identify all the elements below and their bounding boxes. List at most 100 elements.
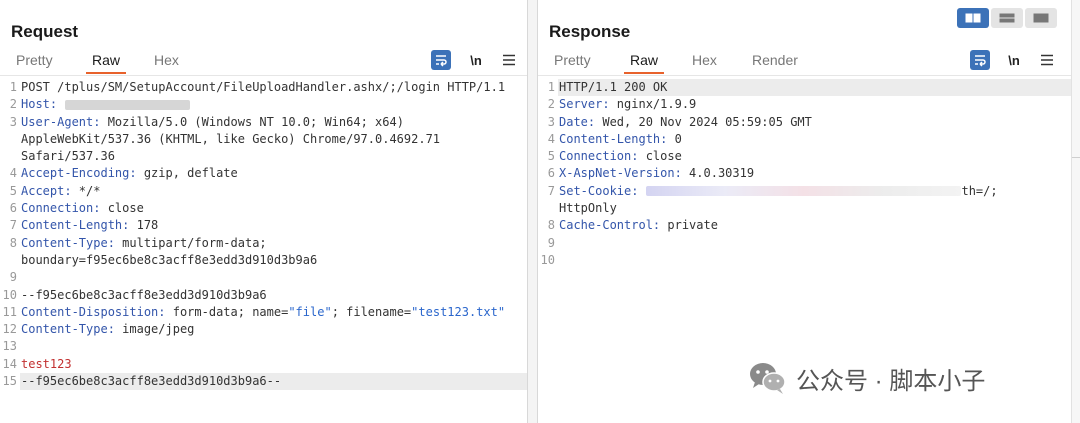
layout-side-by-side-button[interactable] [957,8,989,28]
code-text: Safari/537.36 [21,149,115,164]
code-text: ; filename= [331,304,412,319]
line-number: 10 [2,287,17,302]
code-text: HttpOnly [559,201,617,216]
code-line: 9 [0,269,527,286]
code-text: nginx/1.9.9 [609,97,697,112]
line-number [0,131,20,148]
code-line: 7 Content-Length: 178 [0,217,527,234]
response-editor[interactable]: 1 HTTP/1.1 200 OK 2 Server: nginx/1.9.9 3 Dat… [538,79,1071,269]
code-text: HTTP/1.1 200 OK [559,80,668,94]
line-text [20,269,527,286]
request-title: Request [11,22,79,41]
code-line: Safari/537.36 [0,148,527,165]
word-wrap-toggle[interactable] [970,50,990,70]
code-line: 2 Host: [0,96,527,113]
header-name: Content-Disposition: [21,304,166,319]
line-number: 9 [547,235,555,250]
line-text: test123 [20,356,527,373]
header-name: Set-Cookie: [559,183,639,198]
line-text: X-AspNet-Version: 4.0.30319 [558,165,1071,182]
line-number: 8 [9,235,17,250]
tab-pretty[interactable]: Pretty [554,52,591,72]
code-text: 178 [129,218,159,233]
line-text: Cache-Control: private [558,217,1071,234]
rows-layout-icon [999,13,1015,23]
line-text: Content-Disposition: form-data; name="fi… [20,304,527,321]
line-number [0,148,20,165]
line-text: Connection: close [558,148,1071,165]
code-line: 13 [0,338,527,355]
line-text: Date: Wed, 20 Nov 2024 05:59:05 GMT [558,114,1071,131]
line-number: 2 [547,97,555,112]
pane-splitter[interactable] [528,0,537,423]
line-text: --f95ec6be8c3acff8e3edd3d910d3b9a6 [20,287,527,304]
tab-raw[interactable]: Raw [85,52,127,74]
line-text: Set-Cookie: th=/; [558,183,1071,200]
response-menu-button[interactable] [1037,50,1057,70]
line-number: 1 [9,80,17,94]
tab-render[interactable]: Render [752,52,798,72]
line-text: Accept: */* [20,183,527,200]
line-number: 3 [547,114,555,129]
code-line: 5 Accept: */* [0,183,527,200]
header-name: Server: [559,97,610,112]
word-wrap-icon [436,55,447,67]
show-newlines-toggle[interactable]: \n [466,50,486,70]
line-text: Content-Type: image/jpeg [20,321,527,338]
line-number [538,200,558,217]
code-line: 10 --f95ec6be8c3acff8e3edd3d910d3b9a6 [0,287,527,304]
code-line: 2 Server: nginx/1.9.9 [538,96,1071,113]
tab-pretty[interactable]: Pretty [16,52,53,72]
show-newlines-toggle[interactable]: \n [1004,50,1024,70]
right-scroll-strip[interactable] [1071,0,1080,423]
layout-stacked-button[interactable] [991,8,1023,28]
code-text: POST /tplus/SM/SetupAccount/FileUploadHa… [21,80,506,94]
line-number: 8 [547,218,555,233]
code-text: boundary=f95ec6be8c3acff8e3edd3d910d3b9a… [21,252,318,267]
code-text: AppleWebKit/537.36 (KHTML, like Gecko) C… [21,131,441,146]
code-line: 6 Connection: close [0,200,527,217]
code-line: 7 Set-Cookie: th=/; [538,183,1071,200]
line-text [20,338,527,355]
word-wrap-toggle[interactable] [431,50,451,70]
code-text: --f95ec6be8c3acff8e3edd3d910d3b9a6-- [21,374,282,389]
line-text: HttpOnly [558,200,1071,217]
code-line: 6 X-AspNet-Version: 4.0.30319 [538,165,1071,182]
header-name: Connection: [559,149,639,164]
request-tab-divider [0,75,527,76]
line-text [558,235,1071,252]
code-text: --f95ec6be8c3acff8e3edd3d910d3b9a6 [21,287,267,302]
response-tab-divider [538,75,1071,76]
layout-switcher [957,8,1057,28]
layout-single-button[interactable] [1025,8,1057,28]
code-line: HttpOnly [538,200,1071,217]
line-text [558,252,1071,269]
line-number: 4 [547,131,555,146]
redacted-value [65,99,191,110]
request-editor[interactable]: 1 POST /tplus/SM/SetupAccount/FileUploadH… [0,79,527,391]
response-title: Response [549,22,631,41]
tab-raw[interactable]: Raw [623,52,665,74]
code-text: close [100,201,144,216]
line-number: 7 [547,183,555,198]
line-text: Safari/537.36 [20,148,527,165]
code-line: 10 [538,252,1071,269]
line-number: 14 [2,356,17,371]
tab-hex[interactable]: Hex [154,52,179,72]
request-menu-button[interactable] [499,50,519,70]
line-number: 10 [540,252,555,267]
code-text: th=/; [961,183,998,198]
code-line: 14 test123 [0,356,527,373]
line-number: 9 [9,270,17,285]
code-line: 3 User-Agent: Mozilla/5.0 (Windows NT 10.… [0,114,527,131]
line-number: 7 [9,218,17,233]
code-line: 9 [538,235,1071,252]
code-text: Mozilla/5.0 (Windows NT 10.0; Win64; x64… [100,114,404,129]
line-number: 3 [9,114,17,129]
header-name: Content-Length: [21,218,130,233]
line-number: 13 [2,339,17,354]
tab-hex[interactable]: Hex [692,52,717,72]
code-line: 4 Content-Length: 0 [538,131,1071,148]
line-text: Server: nginx/1.9.9 [558,96,1071,113]
code-line: 15 --f95ec6be8c3acff8e3edd3d910d3b9a6-- [0,373,527,391]
